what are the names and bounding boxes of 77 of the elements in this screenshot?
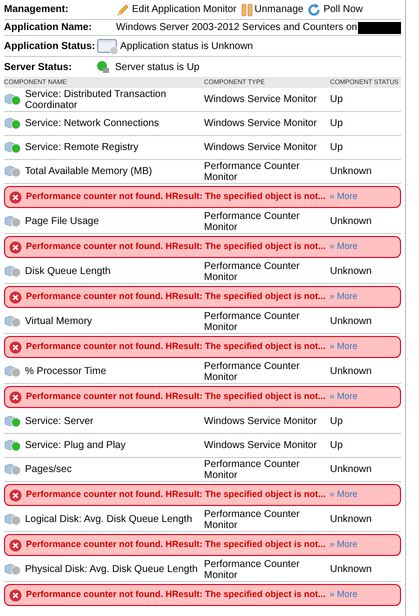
table-cell: Up <box>330 416 343 427</box>
action-link[interactable]: Edit Application Monitor <box>116 2 237 17</box>
table-cell-text: Performance Counter Monitor <box>204 160 301 182</box>
pause-icon <box>240 2 253 16</box>
more-link[interactable]: » More <box>330 538 358 552</box>
component-name: Logical Disk: Avg. Disk Queue Length <box>25 514 192 525</box>
error-message: Performance counter not found. HResult: The specified object is not... <box>26 290 326 304</box>
component-name: Service: Network Connections <box>25 118 159 129</box>
redaction-bar <box>358 22 401 34</box>
action-link[interactable]: Poll Now <box>307 2 363 17</box>
more-link[interactable]: » More <box>330 588 358 602</box>
table-cell-text: Performance Counter Monitor <box>204 310 301 332</box>
table-cell: Up <box>330 142 343 153</box>
table-cell: Unknown <box>330 166 372 177</box>
error-message: Performance counter not found. HResult: The specified object is not... <box>26 538 326 552</box>
table-cell-text: Performance Counter Monitor <box>204 558 301 580</box>
component-name: Service: Remote Registry <box>25 142 138 153</box>
table-cell-text: Windows Service Monitor <box>204 118 318 129</box>
status-text: Server status is Up <box>115 60 200 74</box>
component-name: Virtual Memory <box>25 316 92 327</box>
error-icon <box>9 390 22 404</box>
component-name: Service: Server <box>25 416 94 427</box>
action-link[interactable]: Unmanage <box>240 2 304 17</box>
table-cell-text: Performance Counter Monitor <box>204 260 301 282</box>
more-link[interactable]: » More <box>330 488 358 502</box>
component-name: Total Available Memory (MB) <box>25 166 152 177</box>
component-name: Page File Usage <box>25 216 99 227</box>
component-name: Physical Disk: Avg. Disk Queue Length <box>25 564 198 575</box>
table-cell: Unknown <box>330 266 372 277</box>
error-message: Performance counter not found. HResult: The specified object is not... <box>26 340 326 354</box>
more-link[interactable]: » More <box>330 240 358 254</box>
refresh-icon <box>307 2 322 16</box>
component-name: Pages/sec <box>25 464 72 475</box>
more-link[interactable]: » More <box>330 340 358 354</box>
error-message: Performance counter not found. HResult: The specified object is not... <box>26 190 326 204</box>
table-cell: Unknown <box>330 464 372 475</box>
more-link[interactable]: » More <box>330 390 358 404</box>
more-link[interactable]: » More <box>330 190 358 204</box>
error-message: Performance counter not found. HResult: The specified object is not... <box>26 488 326 502</box>
field-label: Server Status: <box>4 60 73 74</box>
table-cell-text: Windows Service Monitor <box>204 440 318 451</box>
table-cell: Unknown <box>330 316 372 327</box>
component-name: Service: Plug and Play <box>25 440 126 451</box>
table-cell-text: Windows Service Monitor <box>204 142 318 153</box>
table-cell-text: Performance Counter Monitor <box>204 210 301 232</box>
table-cell-text: Windows Service Monitor <box>204 94 318 105</box>
status-text: Application status is Unknown <box>120 40 253 54</box>
table-cell: Up <box>330 440 343 451</box>
table-cell: Unknown <box>330 514 372 525</box>
error-icon <box>9 538 22 552</box>
table-cell-text: Performance Counter Monitor <box>204 458 301 480</box>
more-link[interactable]: » More <box>330 290 358 304</box>
error-icon <box>9 290 22 304</box>
error-message: Performance counter not found. HResult: The specified object is not... <box>26 240 326 254</box>
error-icon <box>9 340 22 354</box>
component-name: % Processor Time <box>25 366 106 377</box>
table-cell: Unknown <box>330 216 372 227</box>
table-cell: Up <box>330 118 343 129</box>
component-name: Disk Queue Length <box>25 266 111 277</box>
table-cell: Up <box>330 94 343 105</box>
field-label: Application Name: <box>4 21 93 35</box>
application-name: Windows Server 2003-2012 Services and Counters on <box>116 21 358 35</box>
error-message: Performance counter not found. HResult: The specified object is not... <box>26 588 326 602</box>
error-icon <box>9 190 22 204</box>
error-icon <box>9 588 22 602</box>
table-cell-text: Performance Counter Monitor <box>204 360 301 382</box>
table-cell-text: Windows Service Monitor <box>204 416 318 427</box>
error-icon <box>9 488 22 502</box>
table-cell: Unknown <box>330 366 372 377</box>
component-name: Service: Distributed Transaction Coordinator <box>25 88 168 110</box>
table-cell-text: Performance Counter Monitor <box>204 508 301 530</box>
error-message: Performance counter not found. HResult: The specified object is not... <box>26 390 326 404</box>
pencil-icon <box>116 2 130 16</box>
table-cell: Unknown <box>330 564 372 575</box>
error-icon <box>9 240 22 254</box>
field-label: Application Status: <box>4 40 96 54</box>
field-label: Management: <box>4 3 70 17</box>
